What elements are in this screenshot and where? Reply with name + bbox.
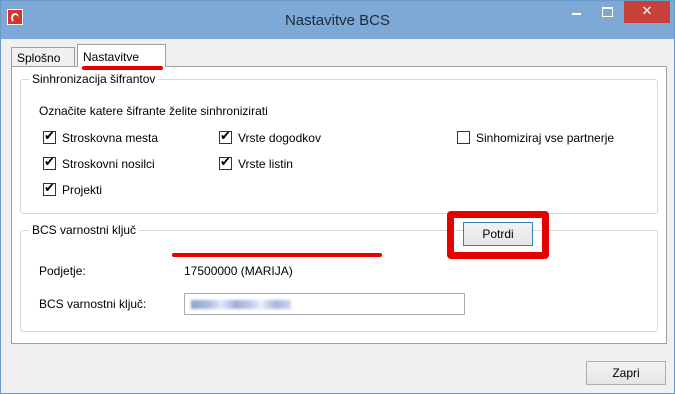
checkbox-box[interactable]: ✔: [43, 129, 56, 144]
settings-dialog: Nastavitve BCS ✕ Splošno Nastavitve Sinh…: [0, 0, 675, 394]
sync-instruction: Označite katere šifrante želite sinhroni…: [39, 104, 268, 118]
checkbox-label: Vrste listin: [238, 157, 293, 171]
checkbox-box[interactable]: ✔: [43, 155, 56, 170]
checkbox-box[interactable]: [457, 131, 470, 144]
redacted-key-value: [191, 300, 291, 309]
security-key-group-legend: BCS varnostni ključ: [29, 223, 140, 237]
check-icon: ✔: [220, 129, 231, 144]
checkbox-box[interactable]: ✔: [219, 129, 232, 144]
input-highlight-underline: [172, 253, 382, 257]
checkbox-label: Vrste dogodkov: [238, 131, 321, 145]
check-icon: ✔: [44, 155, 55, 170]
tab-highlight-underline: [82, 66, 163, 70]
security-key-input[interactable]: [184, 293, 465, 315]
minimize-button[interactable]: [561, 1, 591, 23]
tab-settings-label: Nastavitve: [83, 50, 140, 64]
close-button[interactable]: Zapri: [586, 361, 666, 385]
tab-general-label: Splošno: [17, 51, 61, 65]
company-label: Podjetje:: [39, 264, 86, 278]
close-window-button[interactable]: ✕: [624, 1, 670, 23]
sync-group: Sinhronizacija šifrantov Označite katere…: [20, 72, 658, 214]
security-key-group: BCS varnostni ključ Podjetje: 17500000 (…: [20, 223, 658, 332]
close-icon: ✕: [641, 4, 653, 19]
checkbox-box[interactable]: ✔: [43, 181, 56, 196]
maximize-button[interactable]: [592, 1, 622, 23]
title-bar[interactable]: Nastavitve BCS ✕: [1, 1, 674, 39]
check-icon: ✔: [44, 181, 55, 196]
checkbox-label: Stroskovna mesta: [62, 131, 159, 145]
tab-general[interactable]: Splošno: [11, 47, 75, 66]
sync-group-legend: Sinhronizacija šifrantov: [29, 72, 159, 86]
check-icon: ✔: [44, 129, 55, 144]
checkbox-label: Sinhomiziraj vse partnerje: [476, 131, 615, 145]
checkbox-label: Stroskovni nosilci: [62, 157, 155, 171]
checkbox-box[interactable]: ✔: [219, 155, 232, 170]
tab-settings[interactable]: Nastavitve: [77, 44, 166, 67]
security-key-label: BCS varnostni ključ:: [39, 297, 147, 311]
tab-panel-settings: Sinhronizacija šifrantov Označite katere…: [11, 66, 667, 344]
checkbox-label: Projekti: [62, 183, 103, 197]
check-icon: ✔: [220, 155, 231, 170]
confirm-button[interactable]: Potrdi: [463, 222, 533, 246]
company-value: 17500000 (MARIJA): [184, 264, 293, 278]
